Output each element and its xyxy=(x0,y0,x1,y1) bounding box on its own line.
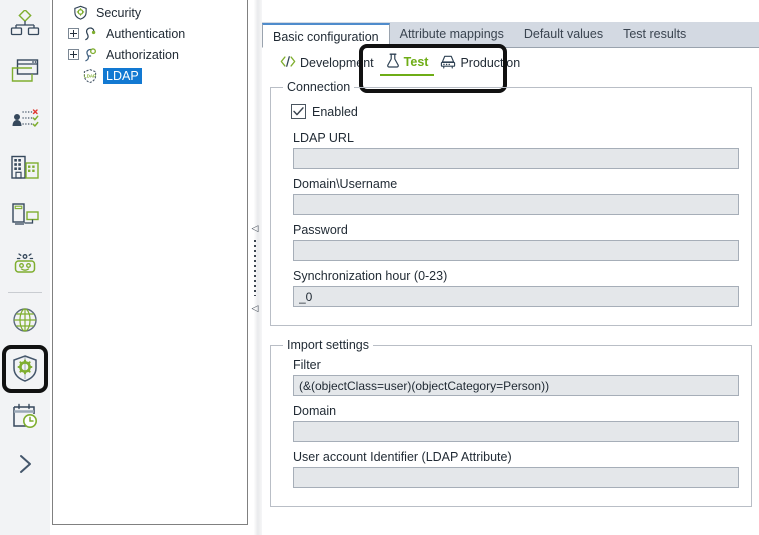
globe-icon xyxy=(10,306,40,337)
field-synchronization-hour: Synchronization hour (0-23) xyxy=(293,269,741,307)
synchronization-hour-input[interactable] xyxy=(293,286,739,307)
import-settings-group: Import settings Filter Domain User accou… xyxy=(270,338,752,507)
connection-group: Connection Enabled LDAP URL Domain\Usern… xyxy=(270,80,752,326)
authorization-key-icon xyxy=(81,46,99,64)
workstations-icon xyxy=(10,202,40,231)
tree-node-authentication[interactable]: Authentication xyxy=(55,23,247,44)
field-import-domain: Domain xyxy=(293,404,741,442)
tree-node-label: LDAP xyxy=(103,67,142,84)
tab-attribute-mappings[interactable]: Attribute mappings xyxy=(390,22,514,47)
left-icon-rail xyxy=(0,0,50,535)
subtab-production[interactable]: Production xyxy=(434,50,526,76)
rail-item-workstations[interactable] xyxy=(2,192,48,240)
tree-node-ldap[interactable]: LDAP LDAP xyxy=(55,65,247,86)
user-permissions-icon xyxy=(10,106,40,135)
content-area: Basic configuration Attribute mappings D… xyxy=(262,0,759,535)
tab-default-values[interactable]: Default values xyxy=(514,22,613,47)
tree-node-label: Authentication xyxy=(106,26,186,41)
subtab-label: Development xyxy=(300,56,374,70)
companies-icon xyxy=(10,154,40,183)
flask-icon xyxy=(386,53,400,71)
tree-node-label: Authorization xyxy=(106,47,179,62)
field-domain-username: Domain\Username xyxy=(293,177,741,215)
ldap-url-label: LDAP URL xyxy=(293,131,354,145)
tree-node-security[interactable]: Security xyxy=(55,2,247,23)
password-input[interactable] xyxy=(293,240,739,261)
rail-item-robot[interactable] xyxy=(2,240,48,288)
field-password: Password xyxy=(293,223,741,261)
subtab-label: Production xyxy=(460,56,521,70)
tree-node-label: Security xyxy=(96,5,142,20)
collapse-left-arrow-icon[interactable]: ◁ xyxy=(252,223,259,232)
schedule-calendar-clock-icon xyxy=(10,402,40,433)
password-label: Password xyxy=(293,223,348,237)
navigation-tree-panel: Security Authentication Authorization LD… xyxy=(52,0,248,525)
subtab-test[interactable]: Test xyxy=(379,50,435,76)
expand-plus-icon[interactable] xyxy=(65,26,81,42)
rail-item-companies[interactable] xyxy=(2,144,48,192)
rail-item-user-permissions[interactable] xyxy=(2,96,48,144)
ldap-shield-icon: LDAP xyxy=(81,67,99,85)
main-tab-strip: Basic configuration Attribute mappings D… xyxy=(262,22,759,48)
enabled-checkbox[interactable] xyxy=(291,104,306,119)
enabled-checkbox-label: Enabled xyxy=(312,104,358,119)
security-shield-gear-icon xyxy=(10,353,40,386)
navigation-tree: Security Authentication Authorization LD… xyxy=(53,0,247,86)
user-account-identifier-label: User account Identifier (LDAP Attribute) xyxy=(293,450,512,464)
rail-item-expand[interactable] xyxy=(2,441,48,489)
synchronization-hour-label: Synchronization hour (0-23) xyxy=(293,269,448,283)
connection-group-legend: Connection xyxy=(287,80,351,94)
rail-item-organization-structure[interactable] xyxy=(2,0,48,48)
tab-test-results[interactable]: Test results xyxy=(613,22,696,47)
panel-splitter[interactable]: ◁ ◁ xyxy=(248,0,262,535)
rail-item-windows[interactable] xyxy=(2,48,48,96)
organization-structure-icon xyxy=(10,8,40,39)
authentication-key-icon xyxy=(81,25,99,43)
expand-chevron-icon xyxy=(12,451,38,480)
ldap-url-input[interactable] xyxy=(293,148,739,169)
code-brackets-icon xyxy=(280,55,296,71)
import-domain-label: Domain xyxy=(293,404,337,418)
configuration-form: Connection Enabled LDAP URL Domain\Usern… xyxy=(270,80,752,530)
subtab-label: Test xyxy=(403,55,429,69)
tab-basic-configuration[interactable]: Basic configuration xyxy=(262,23,390,48)
rail-item-web[interactable] xyxy=(2,297,48,345)
user-account-identifier-input[interactable] xyxy=(293,467,739,488)
domain-username-label: Domain\Username xyxy=(293,177,398,191)
server-rack-icon xyxy=(440,55,456,72)
import-settings-group-legend: Import settings xyxy=(287,338,369,352)
field-ldap-url: LDAP URL xyxy=(293,131,741,169)
rail-item-security[interactable] xyxy=(2,345,48,393)
import-domain-input[interactable] xyxy=(293,421,739,442)
tree-node-authorization[interactable]: Authorization xyxy=(55,44,247,65)
environment-sub-tabs: Development Test Production xyxy=(262,48,759,78)
windows-icon xyxy=(10,58,40,87)
rail-item-schedule[interactable] xyxy=(2,393,48,441)
rail-divider xyxy=(8,292,42,293)
field-filter: Filter xyxy=(293,358,741,396)
filter-label: Filter xyxy=(293,358,321,372)
filter-input[interactable] xyxy=(293,375,739,396)
svg-text:LDAP: LDAP xyxy=(84,73,96,78)
collapse-right-arrow-icon[interactable]: ◁ xyxy=(252,303,259,312)
robot-icon xyxy=(10,250,40,279)
field-user-account-identifier: User account Identifier (LDAP Attribute) xyxy=(293,450,741,488)
enabled-checkbox-row[interactable]: Enabled xyxy=(291,104,741,119)
domain-username-input[interactable] xyxy=(293,194,739,215)
shield-gear-icon xyxy=(71,4,89,22)
splitter-grip[interactable] xyxy=(254,239,256,296)
expand-plus-icon[interactable] xyxy=(65,47,81,63)
application-window: Security Authentication Authorization LD… xyxy=(0,0,759,535)
subtab-development[interactable]: Development xyxy=(274,50,380,76)
